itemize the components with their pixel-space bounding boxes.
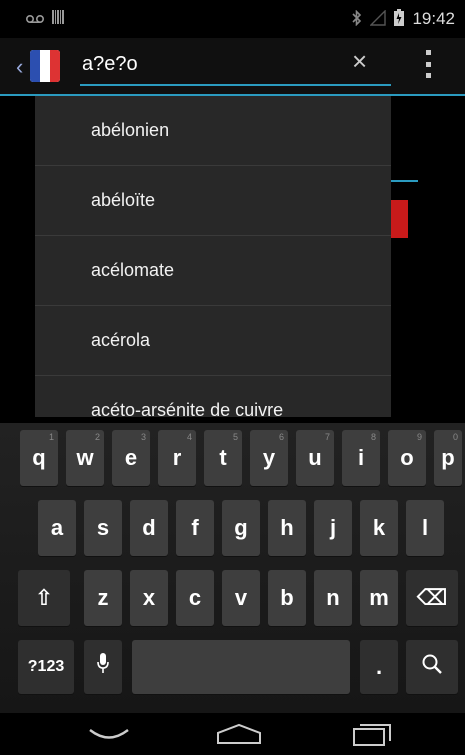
space-key[interactable] — [132, 640, 350, 694]
search-underline — [80, 84, 391, 86]
key-w[interactable]: w2 — [66, 430, 104, 486]
barcode-icon — [52, 10, 64, 27]
key-b[interactable]: b — [268, 570, 306, 626]
key-c[interactable]: c — [176, 570, 214, 626]
clear-search-icon[interactable]: × — [352, 46, 367, 77]
overflow-menu-icon[interactable] — [426, 50, 434, 78]
key-e[interactable]: e3 — [112, 430, 150, 486]
key-g[interactable]: g — [222, 500, 260, 556]
key-i[interactable]: i8 — [342, 430, 380, 486]
up-caret-icon[interactable]: ‹ — [16, 54, 23, 80]
clock-time: 19:42 — [412, 9, 455, 28]
key-x[interactable]: x — [130, 570, 168, 626]
background-red-element — [390, 200, 408, 238]
search-input[interactable] — [82, 48, 382, 80]
key-a[interactable]: a — [38, 500, 76, 556]
key-m[interactable]: m — [360, 570, 398, 626]
suggestion-item[interactable]: acéto-arsénite de cuivre — [35, 376, 391, 417]
symbols-key[interactable]: ?123 — [18, 640, 74, 694]
key-y[interactable]: y6 — [250, 430, 288, 486]
app-icon[interactable] — [30, 50, 60, 82]
key-d[interactable]: d — [130, 500, 168, 556]
navigation-bar — [0, 713, 465, 755]
period-key[interactable]: . — [360, 640, 398, 694]
signal-icon — [369, 8, 387, 29]
search-icon — [421, 653, 443, 681]
key-t[interactable]: t5 — [204, 430, 242, 486]
status-bar: 19:42 — [0, 0, 465, 38]
key-h[interactable]: h — [268, 500, 306, 556]
suggestion-dropdown: abélonien abéloïte acélomate acérola acé… — [35, 96, 391, 417]
shift-icon: ⇧ — [34, 585, 54, 610]
background-tab-indicator — [390, 180, 418, 182]
key-q[interactable]: q1 — [20, 430, 58, 486]
microphone-icon — [97, 653, 109, 681]
key-z[interactable]: z — [84, 570, 122, 626]
shift-key[interactable]: ⇧ — [18, 570, 70, 626]
battery-icon — [394, 9, 405, 29]
back-nav-icon[interactable] — [88, 727, 130, 748]
key-v[interactable]: v — [222, 570, 260, 626]
home-nav-icon[interactable] — [216, 723, 262, 750]
suggestion-item[interactable]: abéloïte — [35, 166, 391, 236]
key-l[interactable]: l — [406, 500, 444, 556]
voicemail-icon — [25, 11, 45, 27]
action-bar: ‹ × — [0, 38, 465, 94]
suggestion-item[interactable]: acérola — [35, 306, 391, 376]
bluetooth-icon — [352, 9, 362, 29]
key-n[interactable]: n — [314, 570, 352, 626]
key-s[interactable]: s — [84, 500, 122, 556]
backspace-icon: ⌫ — [416, 585, 448, 610]
suggestion-item[interactable]: abélonien — [35, 96, 391, 166]
delete-key[interactable]: ⌫ — [406, 570, 458, 626]
key-u[interactable]: u7 — [296, 430, 334, 486]
key-p[interactable]: p0 — [434, 430, 462, 486]
key-r[interactable]: r4 — [158, 430, 196, 486]
key-j[interactable]: j — [314, 500, 352, 556]
voice-input-key[interactable] — [84, 640, 122, 694]
key-o[interactable]: o9 — [388, 430, 426, 486]
recents-nav-icon[interactable] — [352, 723, 392, 752]
key-f[interactable]: f — [176, 500, 214, 556]
search-key[interactable] — [406, 640, 458, 694]
soft-keyboard: q1 w2 e3 r4 t5 y6 u7 i8 o9 p0 a s d f g … — [0, 423, 465, 713]
suggestion-item[interactable]: acélomate — [35, 236, 391, 306]
key-k[interactable]: k — [360, 500, 398, 556]
